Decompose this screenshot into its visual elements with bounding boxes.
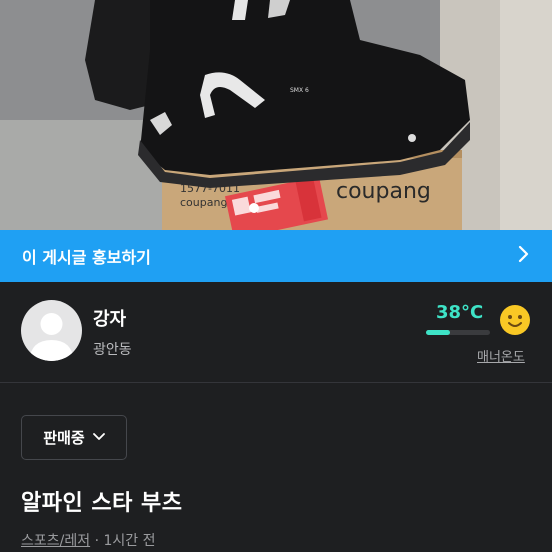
post-category-link[interactable]: 스포츠/레저 bbox=[21, 533, 90, 549]
promote-post-banner[interactable]: 이 게시글 홍보하기 bbox=[0, 230, 552, 282]
section-divider bbox=[0, 382, 552, 383]
seller-avatar[interactable] bbox=[21, 300, 82, 361]
smiley-face-icon bbox=[499, 304, 531, 340]
default-profile-icon bbox=[29, 313, 74, 361]
manner-temperature-bar bbox=[426, 330, 450, 335]
photo-pager-dot[interactable] bbox=[249, 203, 259, 213]
post-title: 알파인 스타 부츠 bbox=[21, 491, 183, 516]
sale-status-label: 판매중 bbox=[43, 429, 85, 447]
boot-model-text: SMX 6 bbox=[290, 87, 309, 94]
manner-temperature-link[interactable]: 매너온도 bbox=[477, 346, 525, 365]
chevron-right-icon bbox=[518, 245, 530, 268]
seller-name[interactable]: 강자 bbox=[93, 305, 126, 331]
post-time: 1시간 전 bbox=[103, 533, 156, 549]
post-meta: 스포츠/레저 · 1시간 전 bbox=[21, 530, 155, 550]
chevron-down-icon bbox=[92, 430, 105, 445]
boots-photo-illustration: 1577-7011 coupang.co coupang SMX 6 bbox=[0, 0, 552, 230]
promote-post-label: 이 게시글 홍보하기 bbox=[22, 248, 151, 267]
seller-location: 광안동 bbox=[93, 342, 132, 358]
sale-status-dropdown[interactable]: 판매중 bbox=[21, 415, 127, 460]
meta-separator: · bbox=[90, 533, 104, 549]
manner-temperature-value: 38°C bbox=[436, 302, 484, 323]
product-photo[interactable]: 1577-7011 coupang.co coupang SMX 6 bbox=[0, 0, 552, 230]
box-brand-text: coupang bbox=[336, 179, 431, 204]
